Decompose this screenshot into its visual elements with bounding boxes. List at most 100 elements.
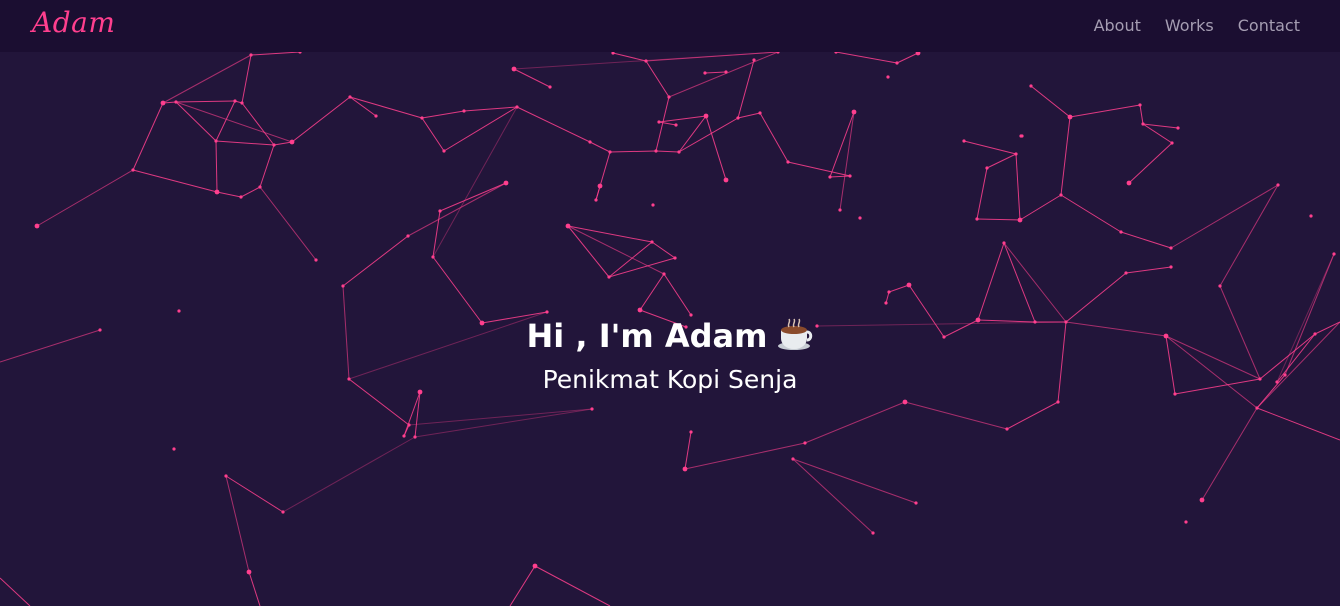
network-node <box>884 301 888 305</box>
network-node <box>1184 520 1188 524</box>
network-node <box>174 100 178 104</box>
network-node <box>413 435 417 439</box>
network-line <box>839 111 855 211</box>
network-node <box>233 99 237 103</box>
network-node <box>1309 214 1313 218</box>
network-node <box>1332 252 1336 256</box>
network-line <box>658 115 707 123</box>
network-node <box>438 209 442 213</box>
network-node <box>682 466 688 472</box>
network-line <box>567 225 610 278</box>
network-node <box>548 85 552 89</box>
network-line <box>684 442 806 470</box>
network-node <box>1005 427 1009 431</box>
network-node <box>462 109 466 113</box>
network-node <box>503 180 509 186</box>
network-node <box>803 441 807 445</box>
network-line <box>787 161 851 177</box>
network-line <box>349 96 377 117</box>
network-line <box>250 51 301 56</box>
nav-link-works[interactable]: Works <box>1165 16 1214 35</box>
navbar: Adam About Works Contact <box>0 0 1340 52</box>
network-node <box>736 116 740 120</box>
network-node <box>565 223 571 229</box>
network-node <box>239 195 243 199</box>
network-node <box>281 510 285 514</box>
network-node <box>895 61 899 65</box>
network-line <box>509 565 536 606</box>
network-node <box>258 185 262 189</box>
network-line <box>240 186 261 198</box>
network-node <box>703 71 707 75</box>
network-line <box>612 52 647 62</box>
network-node <box>34 223 40 229</box>
hero-section: Hi , I'm Adam Penikmat Kopi Senja <box>0 310 1340 396</box>
network-line <box>684 431 692 470</box>
network-line <box>1170 184 1279 249</box>
network-node <box>407 423 411 427</box>
network-line <box>658 121 677 126</box>
network-line <box>1219 184 1279 287</box>
network-node <box>786 160 790 164</box>
network-line <box>175 101 217 142</box>
network-line <box>737 59 755 119</box>
network-line <box>655 96 670 152</box>
network-line <box>1128 142 1173 184</box>
network-line <box>248 571 261 606</box>
network-node <box>838 208 842 212</box>
particle-network-background <box>0 50 1340 606</box>
network-node <box>406 234 410 238</box>
network-node <box>1126 180 1132 186</box>
network-node <box>662 272 666 276</box>
network-node <box>657 120 661 124</box>
network-node <box>246 569 252 575</box>
network-line <box>241 102 275 146</box>
network-node <box>1020 134 1024 138</box>
network-node <box>1029 84 1033 88</box>
network-node <box>532 563 538 569</box>
network-line <box>36 169 134 227</box>
network-node <box>791 457 795 461</box>
network-line <box>904 401 1008 430</box>
network-node <box>131 168 135 172</box>
network-node <box>975 217 979 221</box>
network-line <box>759 112 789 163</box>
network-node <box>906 282 912 288</box>
network-line <box>976 218 1021 221</box>
nav-link-about[interactable]: About <box>1094 16 1141 35</box>
network-line <box>175 100 236 103</box>
network-line <box>1069 104 1141 118</box>
network-line <box>829 111 855 178</box>
network-node <box>667 95 671 99</box>
network-node <box>608 150 612 154</box>
brand-logo[interactable]: Adam <box>32 6 115 39</box>
network-node <box>1141 122 1145 126</box>
network-line <box>443 106 518 152</box>
network-line <box>651 241 676 259</box>
network-node <box>314 258 318 262</box>
network-node <box>1176 126 1180 130</box>
network-line <box>1201 407 1258 501</box>
network-line <box>976 167 988 220</box>
network-node <box>348 95 352 99</box>
network-line <box>282 436 416 513</box>
network-line <box>977 242 1005 321</box>
network-node <box>420 116 424 120</box>
network-node <box>1017 217 1023 223</box>
nav-link-contact[interactable]: Contact <box>1238 16 1300 35</box>
network-node <box>689 430 693 434</box>
network-node <box>590 407 594 411</box>
network-node <box>644 59 648 63</box>
network-line <box>1120 231 1172 249</box>
network-node <box>431 255 435 259</box>
network-line <box>215 140 218 193</box>
network-line <box>534 565 611 606</box>
network-node <box>1138 103 1142 107</box>
network-node <box>752 58 756 62</box>
network-node <box>914 501 918 505</box>
network-node <box>962 139 966 143</box>
network-node <box>1170 141 1174 145</box>
network-line <box>835 51 898 64</box>
network-node <box>723 177 729 183</box>
network-node <box>724 70 728 74</box>
